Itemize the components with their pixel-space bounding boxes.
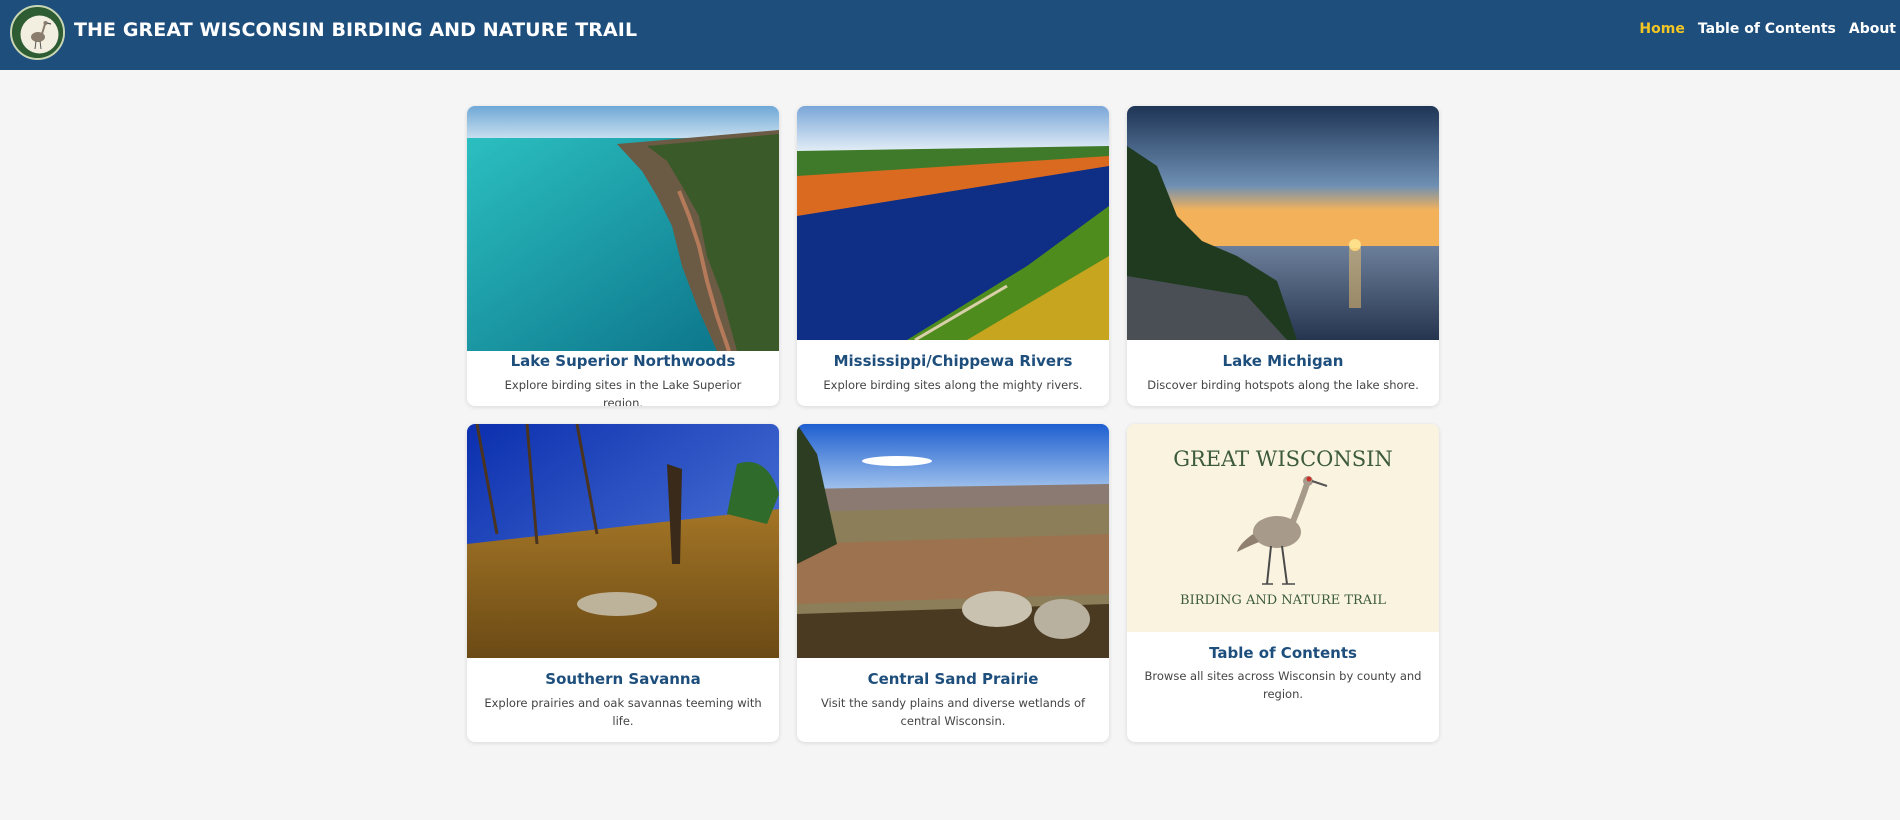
main-nav: Home Table of Contents About xyxy=(1639,21,1896,37)
crane-logo-icon[interactable] xyxy=(10,5,65,60)
card-title[interactable]: Table of Contents xyxy=(1127,644,1439,662)
region-card-mississippi-chippewa[interactable]: Mississippi/Chippewa Rivers Explore bird… xyxy=(797,106,1109,406)
card-title[interactable]: Lake Superior Northwoods xyxy=(467,352,779,370)
region-card-central-sand-prairie[interactable]: Central Sand Prairie Visit the sandy pla… xyxy=(797,424,1109,742)
card-title[interactable]: Mississippi/Chippewa Rivers xyxy=(797,352,1109,370)
crane-illustration[interactable]: GREAT WISCONSIN BIRDING AND NATURE TRAIL xyxy=(1127,424,1439,632)
site-header: THE GREAT WISCONSIN BIRDING AND NATURE T… xyxy=(0,0,1900,70)
nav-about-link[interactable]: About xyxy=(1849,21,1896,37)
region-card-lake-michigan[interactable]: Lake Michigan Discover birding hotspots … xyxy=(1127,106,1439,406)
region-card-lake-superior[interactable]: Lake Superior Northwoods Explore birding… xyxy=(467,106,779,406)
card-title[interactable]: Central Sand Prairie xyxy=(797,670,1109,688)
card-description: Explore prairies and oak savannas teemin… xyxy=(484,696,762,728)
card-description: Explore birding sites along the mighty r… xyxy=(823,378,1083,392)
card-title[interactable]: Southern Savanna xyxy=(467,670,779,688)
card-description: Explore birding sites in the Lake Superi… xyxy=(504,378,742,406)
nav-home-link[interactable]: Home xyxy=(1639,21,1684,37)
sand-prairie-overlook-photo[interactable] xyxy=(797,424,1109,658)
crane-graphic-top-text: GREAT WISCONSIN xyxy=(1173,447,1393,471)
card-description: Browse all sites across Wisconsin by cou… xyxy=(1144,669,1422,701)
savanna-hillside-photo[interactable] xyxy=(467,424,779,658)
region-card-southern-savanna[interactable]: Southern Savanna Explore prairies and oa… xyxy=(467,424,779,742)
card-description: Visit the sandy plains and diverse wetla… xyxy=(820,696,1086,728)
crane-graphic-bottom-text: BIRDING AND NATURE TRAIL xyxy=(1180,593,1386,608)
lake-superior-cliffs-photo[interactable] xyxy=(467,106,779,351)
table-of-contents-card[interactable]: GREAT WISCONSIN BIRDING AND NATURE TRAIL… xyxy=(1127,424,1439,742)
card-title[interactable]: Lake Michigan xyxy=(1127,352,1439,370)
river-autumn-aerial-photo[interactable] xyxy=(797,106,1109,340)
card-description: Discover birding hotspots along the lake… xyxy=(1147,378,1419,392)
lake-michigan-sunset-photo[interactable] xyxy=(1127,106,1439,340)
sandhill-crane-icon xyxy=(1237,476,1328,585)
site-title[interactable]: THE GREAT WISCONSIN BIRDING AND NATURE T… xyxy=(74,19,637,41)
nav-table-of-contents-link[interactable]: Table of Contents xyxy=(1698,21,1836,37)
